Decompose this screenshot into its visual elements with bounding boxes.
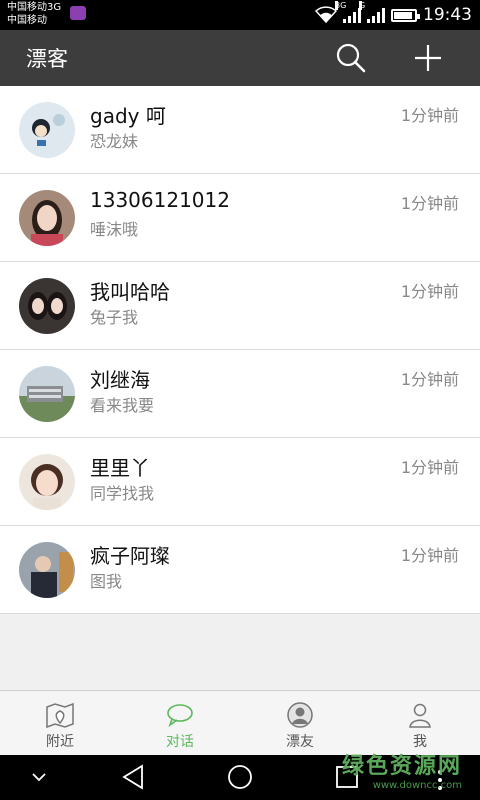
carrier-1: 中国移动3G	[7, 2, 62, 13]
notification-app-icon	[70, 6, 86, 20]
app-title: 漂客	[26, 47, 68, 71]
signal-3g-label: 3G	[335, 1, 347, 10]
chat-bubble-icon	[167, 704, 193, 728]
back-icon[interactable]	[120, 763, 146, 791]
add-icon[interactable]	[412, 42, 444, 74]
message-time: 1分钟前	[400, 106, 459, 125]
last-message: 看来我要	[90, 396, 155, 415]
watermark-title: 绿色资源网	[341, 754, 462, 779]
conversation-row[interactable]: 里里丫 同学找我 1分钟前	[0, 438, 480, 526]
friend-avatar-icon	[287, 702, 313, 728]
conversation-row[interactable]: 我叫哈哈 兔子我 1分钟前	[0, 262, 480, 350]
conversation-row[interactable]: 13306121012 唾沫哦 1分钟前	[0, 174, 480, 262]
contact-name: 刘继海	[90, 368, 150, 392]
map-pin-icon	[46, 702, 74, 729]
message-time: 1分钟前	[400, 282, 459, 301]
person-icon	[409, 703, 431, 728]
conversation-row[interactable]: gady 呵 恐龙妹 1分钟前	[0, 86, 480, 174]
last-message: 同学找我	[90, 484, 155, 503]
search-icon[interactable]	[334, 42, 366, 74]
avatar	[19, 454, 75, 510]
watermark: 绿色资源网 www.downcc.com	[342, 748, 462, 791]
signal-g-label: G	[359, 1, 366, 10]
conversation-row[interactable]: 刘继海 看来我要 1分钟前	[0, 350, 480, 438]
message-time: 1分钟前	[400, 458, 459, 477]
avatar	[19, 366, 75, 422]
last-message: 恐龙妹	[90, 132, 139, 151]
last-message: 图我	[90, 572, 123, 591]
tab-nearby[interactable]: 附近	[0, 691, 120, 756]
contact-name: gady 呵	[90, 104, 166, 128]
battery-icon	[391, 8, 420, 22]
avatar	[19, 190, 75, 246]
avatar	[19, 542, 75, 598]
signal-g-icon: G	[359, 1, 385, 23]
home-icon[interactable]	[226, 763, 254, 791]
tab-friends[interactable]: 漂友	[240, 691, 360, 756]
avatar	[19, 102, 75, 158]
status-bar: 中国移动3G 中国移动 3G G 19:43	[0, 0, 480, 30]
bottom-tab-bar: 附近 对话 漂友 我	[0, 690, 480, 756]
tab-label: 对话	[166, 734, 194, 750]
contact-name: 13306121012	[90, 188, 230, 212]
contact-name: 我叫哈哈	[90, 280, 170, 304]
message-time: 1分钟前	[400, 370, 459, 389]
collapse-chevron-icon[interactable]	[30, 771, 48, 783]
avatar	[19, 278, 75, 334]
last-message: 兔子我	[90, 308, 139, 327]
status-time: 19:43	[423, 5, 472, 25]
last-message: 唾沫哦	[90, 220, 139, 239]
watermark-url: www.downcc.com	[372, 780, 462, 791]
contact-name: 疯子阿璨	[90, 544, 170, 568]
carrier-2: 中国移动	[7, 15, 47, 26]
contact-name: 里里丫	[90, 456, 150, 480]
tab-label: 附近	[46, 734, 74, 750]
conversation-row[interactable]: 疯子阿璨 图我 1分钟前	[0, 526, 480, 614]
message-time: 1分钟前	[400, 194, 459, 213]
carrier-info: 中国移动3G 中国移动	[7, 1, 61, 27]
message-time: 1分钟前	[400, 546, 459, 565]
status-indicators: 3G G 19:43	[315, 0, 472, 30]
tab-chat[interactable]: 对话	[120, 691, 240, 756]
app-bar: 漂客	[0, 30, 480, 86]
tab-me[interactable]: 我	[360, 691, 480, 756]
conversation-list: gady 呵 恐龙妹 1分钟前 13306121012 唾沫哦 1分钟前 我叫哈…	[0, 86, 480, 614]
wifi-icon	[315, 6, 337, 24]
